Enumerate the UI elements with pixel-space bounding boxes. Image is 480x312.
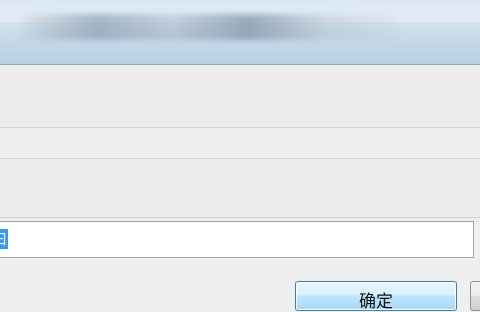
ok-button[interactable]: 确定 — [295, 281, 457, 312]
selected-text: 曰 — [0, 229, 8, 249]
selected-text-value: 曰 — [0, 229, 7, 249]
ok-button-label: 确定 — [359, 292, 393, 312]
row-separator — [0, 217, 480, 218]
dialog-row-1 — [0, 65, 480, 127]
cancel-button-partial[interactable] — [470, 281, 480, 311]
dialog-row-3 — [0, 159, 480, 217]
dialog-row-2 — [0, 128, 480, 158]
text-input-field[interactable]: 曰 — [0, 221, 474, 258]
window-titlebar[interactable] — [0, 0, 480, 65]
window-title-blurred — [20, 14, 400, 40]
